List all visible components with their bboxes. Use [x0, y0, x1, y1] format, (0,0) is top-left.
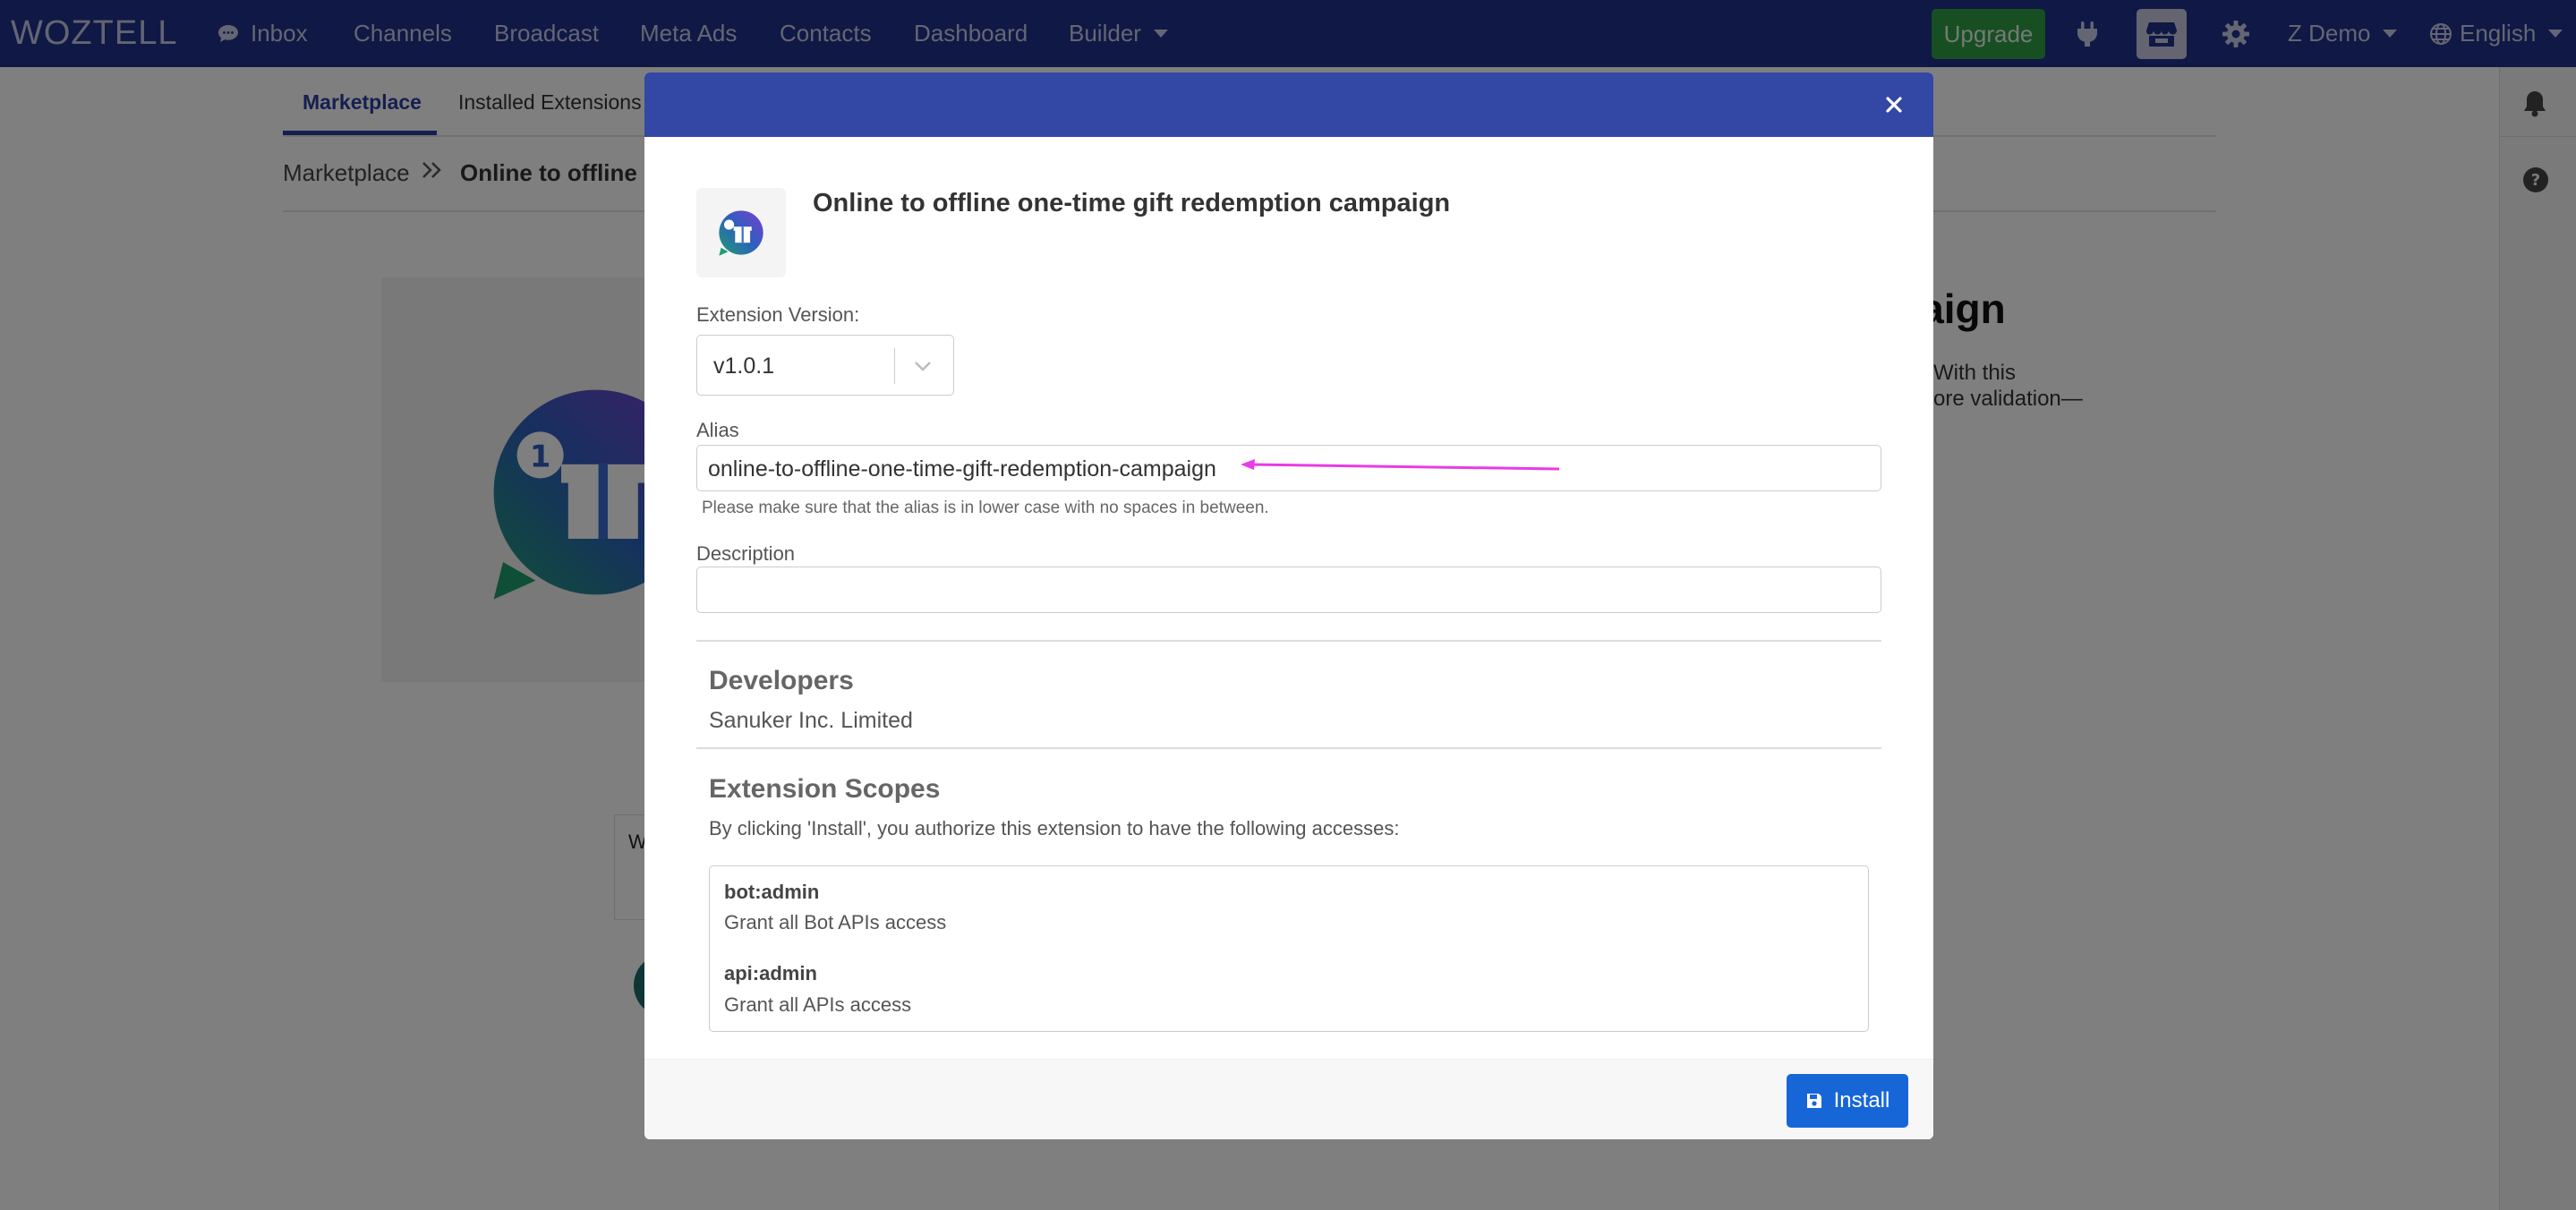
- close-button[interactable]: [1878, 89, 1910, 121]
- description-input[interactable]: [696, 567, 1881, 613]
- scopes-list: bot:admin Grant all Bot APIs access api:…: [709, 865, 1869, 1032]
- version-label: Extension Version:: [696, 303, 860, 326]
- alias-label: Alias: [696, 419, 739, 441]
- developers-heading: Developers: [709, 666, 854, 695]
- version-select-value: v1.0.1: [713, 354, 775, 379]
- scopes-intro: By clicking 'Install', you authorize thi…: [709, 817, 1400, 839]
- extension-scopes-heading: Extension Scopes: [709, 774, 941, 804]
- alias-input-value: online-to-offline-one-time-gift-redempti…: [708, 456, 1216, 481]
- select-separator: [894, 348, 895, 384]
- chevron-down-icon: [915, 362, 931, 371]
- close-icon: [1886, 97, 1902, 113]
- scope-name: api:admin: [724, 962, 817, 984]
- extension-thumbnail: [696, 188, 786, 277]
- scope-name: bot:admin: [724, 881, 820, 903]
- install-extension-modal: Online to offline one-time gift redempti…: [644, 72, 1933, 1139]
- save-icon: [1806, 1094, 1821, 1108]
- scope-description: Grant all APIs access: [724, 993, 912, 1016]
- version-select[interactable]: v1.0.1: [696, 335, 954, 396]
- scope-description: Grant all Bot APIs access: [724, 911, 947, 933]
- extension-title: Online to offline one-time gift redempti…: [813, 189, 1451, 217]
- section-divider: [696, 747, 1881, 749]
- annotation-arrow: [1241, 459, 1560, 471]
- description-label: Description: [696, 542, 796, 565]
- install-label: Install: [1833, 1088, 1890, 1112]
- gift-redemption-logo: [719, 210, 763, 256]
- modal-footer: Install: [644, 1059, 1933, 1139]
- developer-name: Sanuker Inc. Limited: [709, 708, 913, 733]
- modal-header: [644, 72, 1933, 137]
- alias-hint: Please make sure that the alias is in lo…: [702, 498, 1269, 517]
- section-divider: [696, 640, 1881, 642]
- install-button[interactable]: Install: [1787, 1074, 1908, 1128]
